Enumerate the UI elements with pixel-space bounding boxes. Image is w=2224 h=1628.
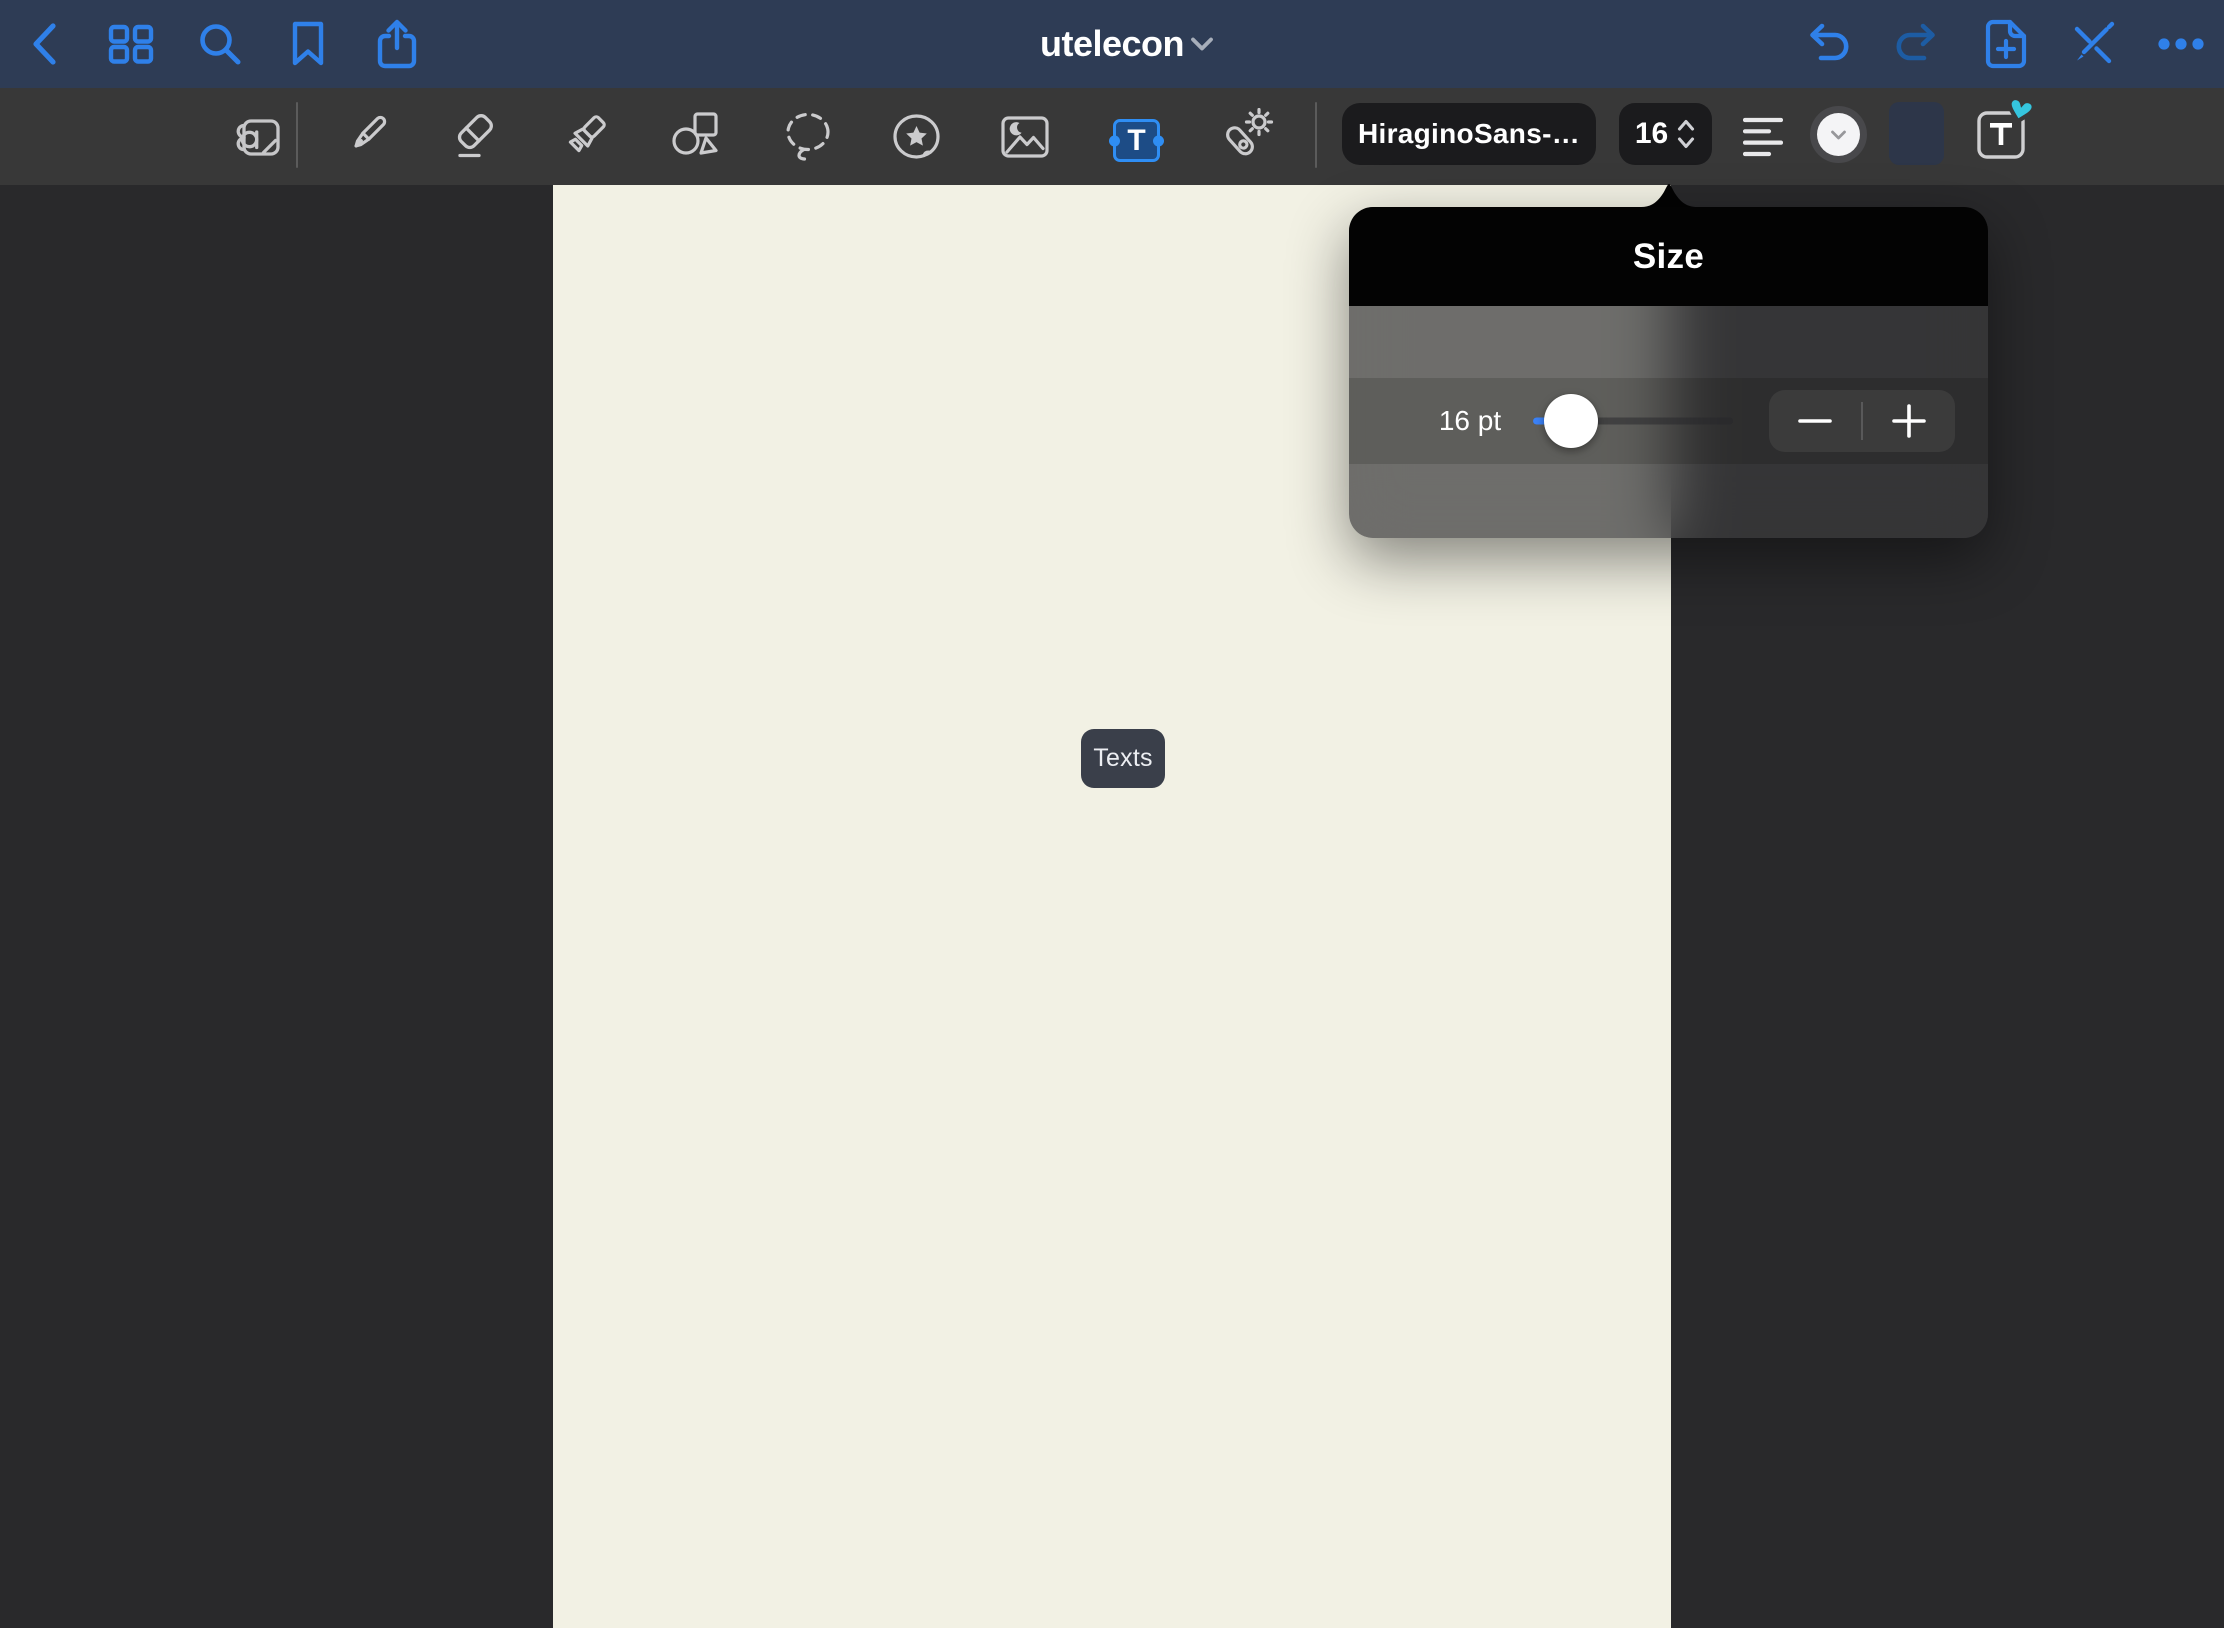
favorite-text-style-button[interactable] — [1972, 100, 2032, 164]
highlighted-control-chip — [1889, 102, 1944, 165]
navigation-bar: utelecon — [0, 0, 2224, 88]
text-color-button[interactable] — [1810, 106, 1867, 163]
laser-pointer-tool-icon — [1218, 108, 1276, 166]
size-value-label: 16 pt — [1410, 378, 1530, 464]
more-button[interactable] — [2149, 0, 2213, 88]
highlighter-tool-icon — [558, 109, 614, 165]
text-align-button[interactable] — [1743, 88, 1783, 185]
read-only-mode-button[interactable] — [218, 88, 294, 185]
document-title: utelecon — [1040, 23, 1184, 65]
crossed-pencil-icon — [2069, 20, 2117, 68]
text-color-swatch — [1817, 113, 1860, 156]
ellipsis-icon — [2157, 37, 2205, 51]
size-popover-header: Size — [1349, 207, 1988, 306]
selected-text-label: Texts — [1093, 744, 1152, 773]
size-increase-button[interactable] — [1863, 390, 1955, 452]
toolbar-divider — [296, 102, 298, 168]
size-stepper — [1769, 390, 1955, 452]
shapes-tool-icon — [670, 109, 726, 165]
eraser-tool-button[interactable] — [436, 88, 512, 185]
plus-icon — [1891, 403, 1927, 439]
lasso-tool-icon — [780, 109, 836, 165]
text-tool-selection-handle-left — [1109, 135, 1120, 146]
text-tool-button[interactable]: T — [1113, 119, 1160, 162]
laser-pointer-tool-button[interactable] — [1209, 88, 1285, 185]
color-chevron-down-icon — [1830, 130, 1847, 140]
redo-icon — [1891, 22, 1941, 66]
toolbar-divider — [1315, 102, 1317, 168]
stickers-tool-button[interactable] — [879, 88, 955, 185]
font-size-value: 16 — [1635, 117, 1668, 151]
size-stepper-chevrons-icon — [1676, 116, 1696, 152]
size-row: 16 pt — [1349, 378, 1988, 464]
align-left-icon — [1743, 116, 1783, 158]
font-family-label: HiraginoSans-… — [1358, 118, 1580, 150]
image-tool-icon — [997, 109, 1053, 165]
undo-icon — [1804, 22, 1854, 66]
favorite-text-style-icon — [1972, 100, 2032, 164]
tools-toolbar: T HiraginoSans-… — [0, 88, 2224, 185]
size-slider[interactable] — [1533, 378, 1733, 464]
stop-editing-button[interactable] — [2061, 0, 2125, 88]
text-tool-selection-handle-right — [1153, 135, 1164, 146]
read-only-mode-icon — [228, 109, 284, 165]
add-page-icon — [1983, 18, 2029, 70]
lasso-tool-button[interactable] — [770, 88, 846, 185]
stickers-tool-icon — [888, 109, 946, 165]
shapes-tool-button[interactable] — [660, 88, 736, 185]
font-size-button[interactable]: 16 — [1619, 103, 1712, 165]
minus-icon — [1797, 403, 1833, 439]
size-popover-title: Size — [1633, 237, 1704, 277]
size-popover-spacer — [1349, 306, 1988, 378]
undo-button[interactable] — [1797, 0, 1861, 88]
highlighter-tool-button[interactable] — [548, 88, 624, 185]
selected-text-object[interactable]: Texts — [1081, 729, 1165, 788]
add-page-button[interactable] — [1974, 0, 2038, 88]
image-tool-button[interactable] — [987, 88, 1063, 185]
text-tool-label: T — [1127, 126, 1145, 156]
size-popover: Size 16 pt — [1349, 207, 1988, 538]
title-chevron-down-icon — [1190, 36, 1214, 52]
size-slider-thumb[interactable] — [1544, 394, 1598, 448]
size-decrease-button[interactable] — [1769, 390, 1861, 452]
pen-tool-icon — [340, 109, 396, 165]
pen-tool-button[interactable] — [330, 88, 406, 185]
redo-button[interactable] — [1884, 0, 1948, 88]
popover-arrow — [1641, 184, 1697, 207]
eraser-tool-icon — [446, 109, 502, 165]
font-family-button[interactable]: HiraginoSans-… — [1342, 103, 1596, 165]
